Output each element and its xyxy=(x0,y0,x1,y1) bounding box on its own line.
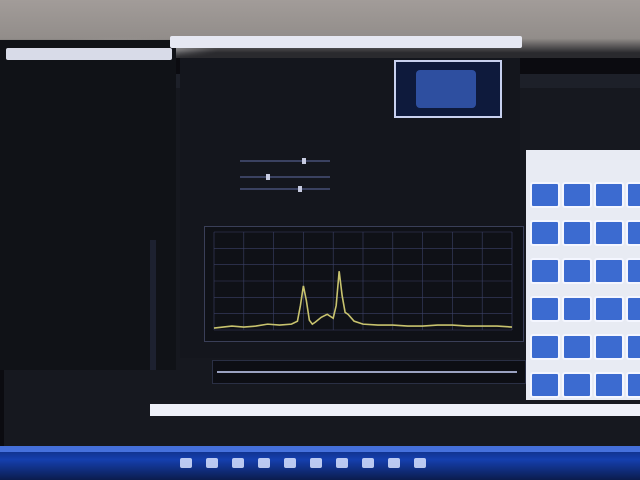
gallery-thumbnail[interactable] xyxy=(562,296,592,322)
gallery-thumbnail[interactable] xyxy=(594,220,624,246)
timeline-line xyxy=(217,371,517,373)
tree-item[interactable] xyxy=(22,250,142,260)
gallery-thumbnail[interactable] xyxy=(562,182,592,208)
gallery-thumbnail[interactable] xyxy=(562,372,592,398)
gallery-thumbnail[interactable] xyxy=(562,334,592,360)
timeline-strip[interactable] xyxy=(212,360,526,384)
taskbar-icon[interactable] xyxy=(232,458,244,468)
gallery-thumbnail[interactable] xyxy=(530,258,560,284)
gallery-thumbnail[interactable] xyxy=(594,182,624,208)
gallery-thumbnail[interactable] xyxy=(530,182,560,208)
parameter-slider[interactable] xyxy=(240,186,330,192)
tree-item[interactable] xyxy=(22,310,142,320)
taskbar-icon[interactable] xyxy=(310,458,322,468)
taskbar-icon[interactable] xyxy=(284,458,296,468)
taskbar-icon[interactable] xyxy=(388,458,400,468)
slider-knob[interactable] xyxy=(302,158,306,164)
slider-knob[interactable] xyxy=(266,174,270,180)
taskbar-glow xyxy=(0,446,640,452)
tree-item[interactable] xyxy=(22,260,142,270)
gallery-thumbnail[interactable] xyxy=(562,220,592,246)
gallery-thumbnail[interactable] xyxy=(562,258,592,284)
gallery-thumbnail[interactable] xyxy=(626,220,640,246)
gallery-thumbnail[interactable] xyxy=(626,372,640,398)
preview-picture xyxy=(416,70,476,108)
gallery-thumbnail[interactable] xyxy=(626,258,640,284)
gallery-thumbnail[interactable] xyxy=(594,334,624,360)
gallery-thumbnail[interactable] xyxy=(594,258,624,284)
spectrum-chart xyxy=(213,231,513,331)
tree-scrollbar[interactable] xyxy=(150,240,156,370)
slider-knob[interactable] xyxy=(298,186,302,192)
taskbar-icon[interactable] xyxy=(336,458,348,468)
parameter-slider[interactable] xyxy=(240,174,330,180)
tree-item[interactable] xyxy=(22,290,142,300)
gallery-thumbnail[interactable] xyxy=(626,296,640,322)
left-search-bar[interactable] xyxy=(6,48,172,60)
thumbnail-gallery xyxy=(526,150,640,400)
bottom-input-bar[interactable] xyxy=(150,404,640,416)
gallery-thumbnail[interactable] xyxy=(626,182,640,208)
tree-item[interactable] xyxy=(22,350,142,360)
tree-item[interactable] xyxy=(22,340,142,350)
taskbar-icon[interactable] xyxy=(206,458,218,468)
preview-image[interactable] xyxy=(394,60,502,118)
parameter-slider[interactable] xyxy=(240,158,330,164)
file-tree xyxy=(22,240,142,370)
tree-item[interactable] xyxy=(22,300,142,310)
tree-item[interactable] xyxy=(22,270,142,280)
top-address-bar[interactable] xyxy=(170,36,522,48)
tree-item[interactable] xyxy=(22,360,142,370)
gallery-thumbnail[interactable] xyxy=(626,334,640,360)
tree-item[interactable] xyxy=(22,320,142,330)
gallery-thumbnail[interactable] xyxy=(594,372,624,398)
gallery-thumbnail[interactable] xyxy=(530,296,560,322)
tree-item[interactable] xyxy=(22,280,142,290)
taskbar-icon[interactable] xyxy=(258,458,270,468)
gallery-thumbnail[interactable] xyxy=(530,334,560,360)
taskbar-icon[interactable] xyxy=(180,458,192,468)
taskbar-icon[interactable] xyxy=(414,458,426,468)
gallery-thumbnail[interactable] xyxy=(530,372,560,398)
taskbar-icon[interactable] xyxy=(362,458,374,468)
tree-item[interactable] xyxy=(22,240,142,250)
gallery-thumbnail[interactable] xyxy=(530,220,560,246)
tree-item[interactable] xyxy=(22,330,142,340)
gallery-thumbnail[interactable] xyxy=(594,296,624,322)
tab-strip xyxy=(195,206,375,214)
